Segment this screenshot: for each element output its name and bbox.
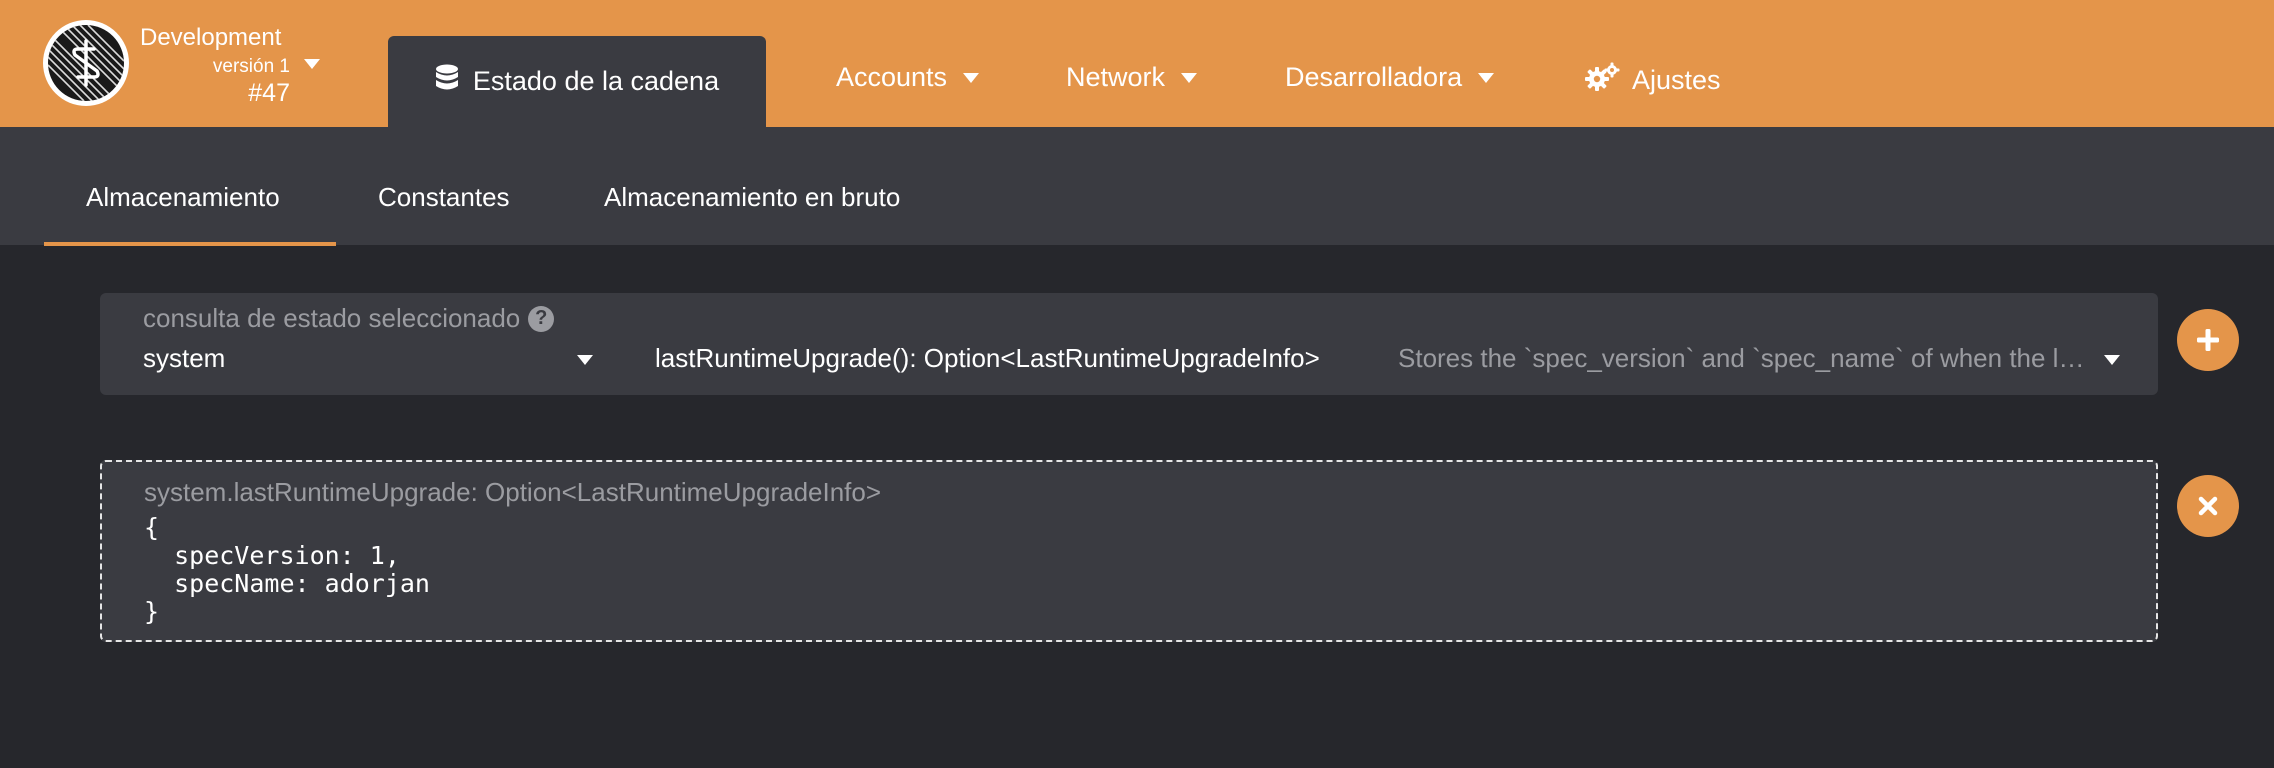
- result-value: { specVersion: 1, specName: adorjan}: [144, 514, 430, 626]
- top-navbar: Development versión 1 #47 Estado de la c…: [0, 0, 2274, 127]
- result-line: specVersion: 1,: [144, 541, 400, 570]
- chevron-down-icon: [2104, 355, 2120, 365]
- result-line: {: [144, 513, 160, 542]
- result-title: system.lastRuntimeUpgrade: Option<LastRu…: [144, 477, 882, 507]
- method-dropdown[interactable]: lastRuntimeUpgrade(): Option<LastRuntime…: [655, 343, 2135, 383]
- sub-tab-bar: Almacenamiento Constantes Almacenamiento…: [0, 127, 2274, 246]
- tab-raw-storage[interactable]: Almacenamiento en bruto: [604, 182, 900, 213]
- gears-icon: [1584, 62, 1620, 99]
- best-block-number: #47: [248, 79, 290, 107]
- method-selected-value: lastRuntimeUpgrade(): Option<LastRuntime…: [655, 343, 1320, 373]
- storage-query-panel: consulta de estado seleccionado ? system…: [100, 293, 2158, 395]
- nav-settings[interactable]: Ajustes: [1584, 62, 1721, 99]
- chain-name: Development: [140, 24, 282, 51]
- help-icon[interactable]: ?: [528, 305, 555, 332]
- close-icon: [2198, 496, 2218, 516]
- chevron-down-icon: [963, 72, 980, 83]
- database-icon: [435, 64, 459, 99]
- nav-accounts-label: Accounts: [836, 62, 948, 92]
- nav-accounts[interactable]: Accounts: [836, 62, 980, 93]
- remove-result-button[interactable]: [2177, 475, 2239, 537]
- chevron-down-icon: [1478, 72, 1495, 83]
- tab-constants[interactable]: Constantes: [378, 182, 510, 213]
- chevron-down-icon: [577, 355, 593, 365]
- module-dropdown[interactable]: system: [143, 343, 593, 383]
- plus-icon: [2197, 329, 2219, 351]
- nav-network[interactable]: Network: [1066, 62, 1198, 93]
- query-label-text: consulta de estado seleccionado: [143, 303, 521, 333]
- chevron-down-icon: [1181, 72, 1198, 83]
- chevron-down-icon[interactable]: [304, 59, 320, 69]
- query-label: consulta de estado seleccionado ?: [143, 303, 555, 334]
- chain-version: versión 1: [212, 56, 290, 77]
- chain-selector[interactable]: Development versión 1 #47: [140, 24, 340, 110]
- active-tab-indicator: [44, 242, 336, 246]
- nav-developer-label: Desarrolladora: [1285, 62, 1463, 92]
- tab-chain-state[interactable]: Estado de la cadena: [388, 36, 766, 127]
- tab-storage[interactable]: Almacenamiento: [86, 182, 280, 213]
- module-selected-value: system: [143, 343, 226, 373]
- nav-settings-label: Ajustes: [1632, 65, 1721, 95]
- result-line: }: [144, 597, 160, 626]
- add-query-button[interactable]: [2177, 309, 2239, 371]
- tab-chain-state-label: Estado de la cadena: [472, 66, 720, 96]
- result-line: specName: adorjan: [144, 569, 430, 598]
- substrate-logo-icon[interactable]: [43, 20, 129, 106]
- query-result-panel: system.lastRuntimeUpgrade: Option<LastRu…: [100, 460, 2158, 642]
- method-description: Stores the `spec_version` and `spec_name…: [1398, 343, 2098, 373]
- nav-network-label: Network: [1066, 62, 1166, 92]
- nav-developer[interactable]: Desarrolladora: [1285, 62, 1495, 93]
